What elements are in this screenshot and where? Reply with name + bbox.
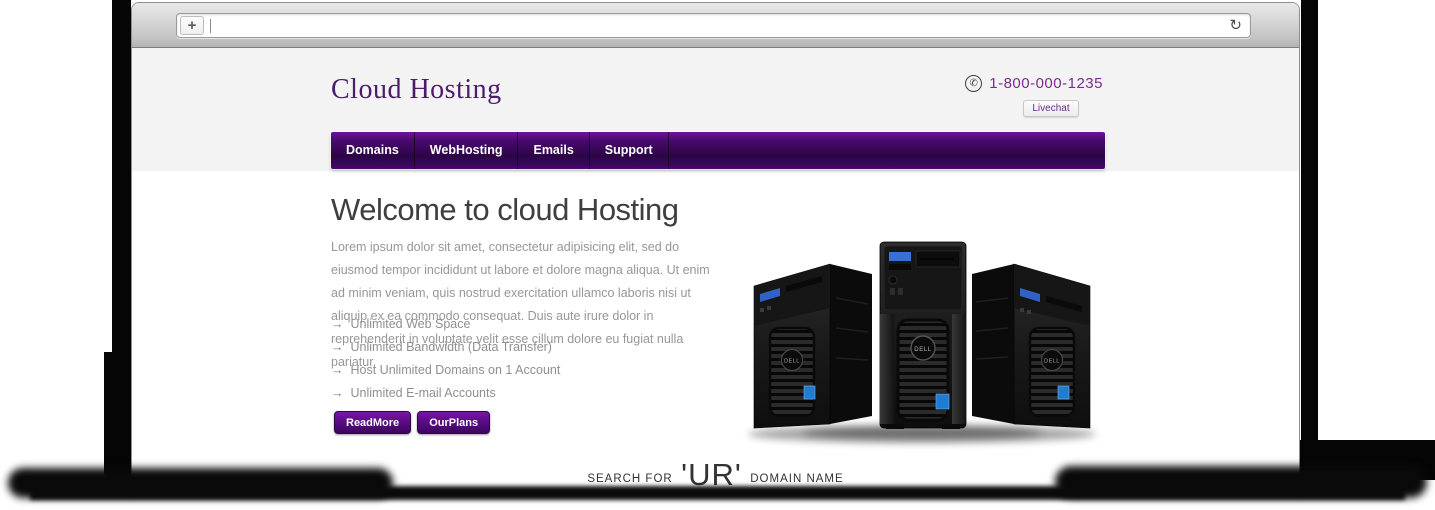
device-shadow [30, 486, 1405, 500]
url-bar[interactable]: + ↻ [176, 13, 1251, 38]
main-nav: Domains WebHosting Emails Support [331, 132, 1105, 169]
svg-text:DELL: DELL [1044, 359, 1060, 365]
browser-window: + ↻ Cloud Hosting ✆ 1-800-000-1235 Livec… [131, 2, 1300, 498]
search-suffix: DOMAIN NAME [750, 473, 843, 485]
livechat-button[interactable]: Livechat [1023, 100, 1079, 117]
page-title: Welcome to cloud Hosting [331, 192, 679, 228]
list-item: →Host Unlimited Domains on 1 Account [331, 363, 560, 386]
arrow-icon: → [331, 386, 344, 400]
phone-number: 1-800-000-1235 [989, 75, 1103, 92]
webpage: Cloud Hosting ✆ 1-800-000-1235 Livechat … [132, 48, 1299, 498]
readmore-button[interactable]: ReadMore [334, 411, 411, 434]
device-bezel-right [1301, 0, 1318, 472]
list-item: →Unlimited Bandwidth (Data Transfer) [331, 340, 560, 363]
nav-item-webhosting[interactable]: WebHosting [415, 132, 519, 169]
plus-icon: + [188, 18, 197, 33]
browser-toolbar: + ↻ [132, 3, 1299, 48]
text-caret [210, 19, 211, 33]
feature-list: →Unlimited Web Space →Unlimited Bandwidt… [331, 317, 560, 409]
nav-item-domains[interactable]: Domains [331, 132, 415, 169]
refresh-icon[interactable]: ↻ [1229, 18, 1242, 33]
phone-icon: ✆ [965, 75, 982, 92]
contact-block: ✆ 1-800-000-1235 [965, 75, 1103, 92]
nav-item-support[interactable]: Support [590, 132, 669, 169]
search-prefix: SEARCH FOR [587, 473, 672, 485]
ourplans-button[interactable]: OurPlans [417, 411, 490, 434]
arrow-icon: → [331, 340, 344, 354]
arrow-icon: → [331, 363, 344, 377]
list-item: →Unlimited E-mail Accounts [331, 386, 560, 409]
nav-item-emails[interactable]: Emails [518, 132, 589, 169]
svg-text:DELL: DELL [914, 347, 931, 353]
cta-row: ReadMore OurPlans [334, 411, 490, 434]
new-tab-button[interactable]: + [180, 16, 204, 35]
servers-image: DELL DELL [740, 228, 1104, 450]
list-item: →Unlimited Web Space [331, 317, 560, 340]
device-mockup: + ↻ Cloud Hosting ✆ 1-800-000-1235 Livec… [0, 0, 1435, 510]
livechat-label: Livechat [1032, 103, 1069, 114]
arrow-icon: → [331, 317, 344, 331]
device-bezel-left-base [104, 352, 131, 478]
site-logo[interactable]: Cloud Hosting [331, 74, 502, 106]
svg-text:DELL: DELL [784, 359, 800, 365]
